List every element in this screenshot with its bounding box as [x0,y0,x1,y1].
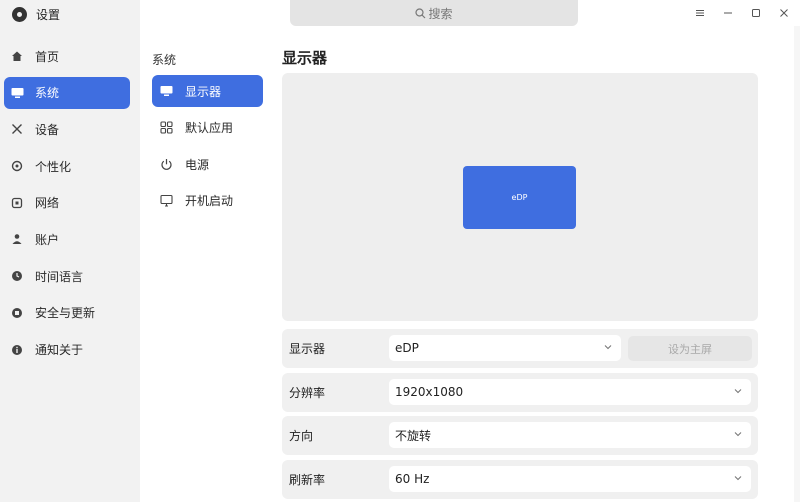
sidebar-item-label: 系统 [35,86,60,101]
search-input[interactable]: 搜索 [290,0,578,26]
settings-rows: 显示器 eDP 设为主屏 分辨率 1920x1080 方向 不旋转 刷新率 60… [282,329,758,502]
minimize-button[interactable] [720,4,736,22]
page-title: 显示器 [282,49,328,67]
subnav-item-label: 电源 [185,157,210,172]
user-icon [10,232,24,246]
scrollbar-track[interactable] [794,26,800,502]
display-arrangement-preview: eDP [282,73,758,321]
close-button[interactable] [776,4,792,22]
display-select[interactable]: eDP [389,335,621,361]
subnav-item-startup[interactable]: 开机启动 [152,185,263,217]
sidebar-nav: 首页 系统 设备 个性化 网络 账户 时间语言 安全与更新 通知关于 [4,40,130,370]
menu-button[interactable] [692,4,708,22]
resolution-select[interactable]: 1920x1080 [389,378,751,405]
select-value: 1920x1080 [395,384,464,399]
select-value: 不旋转 [395,428,432,443]
close-icon [780,9,788,17]
minimize-icon [724,12,732,14]
display-row: 显示器 eDP 设为主屏 [282,329,758,368]
sidebar-item-accounts[interactable]: 账户 [4,223,130,255]
search-icon [415,7,426,18]
subnav-item-label: 开机启动 [185,194,234,208]
menu-icon [696,10,704,16]
sidebar-item-label: 通知关于 [35,343,84,357]
sidebar-item-label: 时间语言 [35,269,84,284]
sidebar: 设置 首页 系统 设备 个性化 网络 账户 时间语言 安全与更新 通知关于 [0,0,140,502]
monitor-tile[interactable]: eDP [463,166,576,229]
select-value: eDP [395,341,419,355]
subnav-panel: 系统 显示器 默认应用 电源 开机启动 [140,0,270,502]
sidebar-item-label: 个性化 [35,159,72,174]
app-title: 设置 [12,4,60,24]
sidebar-item-network[interactable]: 网络 [4,187,130,219]
sidebar-item-time-language[interactable]: 时间语言 [4,260,130,292]
power-icon [159,157,173,171]
select-value: 60 Hz [395,471,430,486]
monitor-icon [159,84,173,98]
window-controls [692,2,792,24]
sidebar-item-label: 网络 [35,196,60,211]
subnav-item-display[interactable]: 显示器 [152,75,263,107]
sidebar-item-label: 首页 [35,49,60,64]
chevron-down-icon [734,432,742,437]
tools-icon [10,122,24,136]
monitor-tile-label: eDP [511,193,528,202]
maximize-button[interactable] [748,4,764,22]
subnav-heading: 系统 [152,53,177,67]
resolution-row: 分辨率 1920x1080 [282,372,758,412]
sidebar-item-label: 账户 [35,232,60,247]
clock-icon [10,269,24,283]
chevron-down-icon [604,345,612,350]
subnav-list: 显示器 默认应用 电源 开机启动 [152,75,263,221]
sidebar-item-devices[interactable]: 设备 [4,113,130,145]
home-icon [10,49,24,63]
subnav-item-power[interactable]: 电源 [152,148,263,180]
search-placeholder: 搜索 [428,6,453,21]
sidebar-item-home[interactable]: 首页 [4,40,130,72]
subnav-item-default-apps[interactable]: 默认应用 [152,112,263,144]
network-icon [10,196,24,210]
row-label: 显示器 [289,342,326,356]
settings-logo-icon [12,6,27,22]
sidebar-item-label: 安全与更新 [35,306,96,321]
app-title-text: 设置 [36,7,61,22]
refresh-rate-row: 刷新率 60 Hz [282,459,758,499]
chevron-down-icon [734,475,742,480]
row-label: 方向 [289,429,314,443]
sidebar-item-notifications-about[interactable]: 通知关于 [4,334,130,366]
sidebar-item-security-update[interactable]: 安全与更新 [4,297,130,329]
refresh-rate-select[interactable]: 60 Hz [389,465,751,492]
row-label: 刷新率 [289,472,326,487]
sidebar-item-label: 设备 [35,122,60,137]
subnav-item-label: 默认应用 [185,121,234,135]
subnav-item-label: 显示器 [185,84,222,99]
orientation-row: 方向 不旋转 [282,416,758,455]
palette-icon [10,159,24,173]
orientation-select[interactable]: 不旋转 [389,422,751,448]
row-label: 分辨率 [289,385,326,400]
set-primary-button[interactable]: 设为主屏 [628,336,752,361]
maximize-icon [752,9,760,17]
apps-grid-icon [159,121,173,135]
chevron-down-icon [734,388,742,393]
startup-icon [159,194,173,208]
shield-icon [10,306,24,320]
sidebar-item-personalization[interactable]: 个性化 [4,150,130,182]
monitor-icon [10,86,24,100]
sidebar-item-system[interactable]: 系统 [4,76,130,109]
info-icon [10,343,24,357]
